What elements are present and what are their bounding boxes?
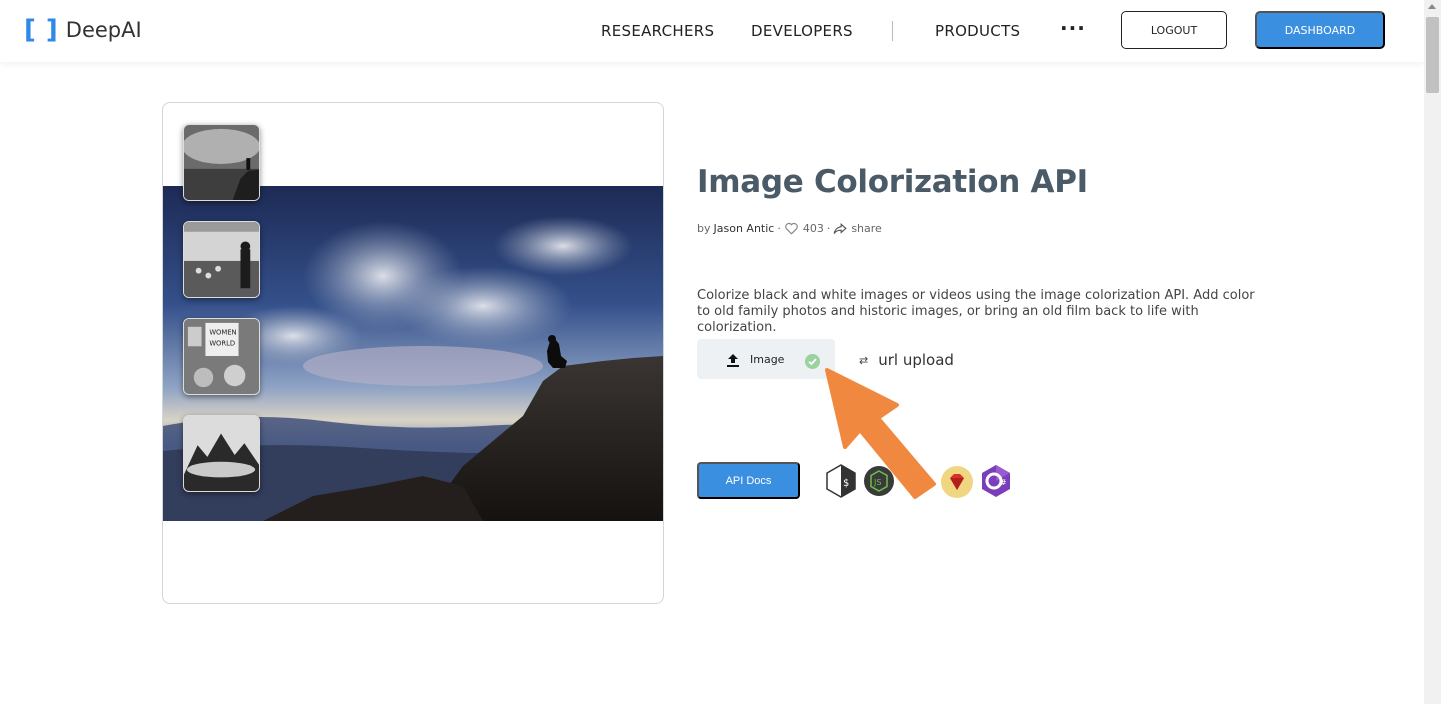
nav-divider bbox=[892, 21, 893, 41]
scroll-up-arrow-icon[interactable] bbox=[1428, 4, 1436, 9]
image-preview-card: WOMEN WORLD bbox=[162, 102, 664, 604]
ruby-icon[interactable] bbox=[940, 465, 974, 499]
sample-thumbnail-crowd[interactable] bbox=[183, 221, 260, 298]
logo-bracket-left: [ bbox=[24, 15, 36, 45]
api-docs-button[interactable]: API Docs bbox=[697, 462, 800, 499]
dashboard-button[interactable]: DASHBOARD bbox=[1255, 11, 1385, 49]
author-link[interactable]: Jason Antic bbox=[714, 222, 775, 235]
meta-separator: · bbox=[777, 222, 781, 235]
svg-text:$: $ bbox=[843, 478, 849, 489]
image-upload-tab[interactable]: Image bbox=[697, 339, 835, 379]
url-upload-label: url upload bbox=[878, 351, 954, 369]
svg-text:WORLD: WORLD bbox=[209, 339, 235, 347]
nodejs-icon[interactable]: JS bbox=[863, 465, 895, 497]
page-title: Image Colorization API bbox=[697, 164, 1088, 200]
check-icon bbox=[805, 354, 820, 369]
meta-line: by Jason Antic · 403 · share bbox=[697, 222, 882, 235]
sample-thumbnail-protest[interactable]: WOMEN WORLD bbox=[183, 318, 260, 395]
upload-icon bbox=[727, 354, 739, 367]
svg-text:WOMEN: WOMEN bbox=[209, 329, 236, 337]
nav-developers[interactable]: DEVELOPERS bbox=[751, 22, 853, 40]
logo-text: DeepAI bbox=[65, 18, 142, 42]
shell-icon[interactable]: $ bbox=[824, 464, 858, 498]
by-label: by bbox=[697, 222, 711, 235]
api-description: Colorize black and white images or video… bbox=[697, 288, 1255, 335]
svg-text:#: # bbox=[1000, 478, 1007, 487]
url-upload-tab[interactable]: ⇄ url upload bbox=[859, 351, 954, 369]
logout-button[interactable]: LOGOUT bbox=[1121, 11, 1227, 49]
csharp-icon[interactable]: # bbox=[979, 464, 1013, 498]
swap-icon: ⇄ bbox=[859, 353, 869, 367]
image-upload-label: Image bbox=[750, 353, 785, 366]
svg-text:JS: JS bbox=[873, 478, 881, 487]
page-scrollbar[interactable] bbox=[1424, 0, 1441, 704]
meta-separator: · bbox=[826, 222, 831, 235]
logo-bracket-right: ] bbox=[45, 15, 58, 45]
nav-more-button[interactable]: ··· bbox=[1060, 16, 1086, 40]
sample-thumbnail-mountain[interactable] bbox=[183, 124, 260, 201]
deepai-logo[interactable]: [ ] DeepAI bbox=[24, 16, 142, 44]
share-link[interactable]: share bbox=[851, 222, 882, 235]
share-icon[interactable] bbox=[833, 222, 848, 235]
scroll-thumb[interactable] bbox=[1426, 17, 1439, 93]
heart-icon[interactable] bbox=[784, 222, 799, 235]
like-count: 403 bbox=[802, 222, 824, 235]
nav-researchers[interactable]: RESEARCHERS bbox=[601, 22, 714, 40]
nav-products[interactable]: PRODUCTS bbox=[935, 22, 1020, 40]
sample-thumbnail-peaks[interactable] bbox=[183, 415, 260, 492]
top-navbar: [ ] DeepAI RESEARCHERS DEVELOPERS PRODUC… bbox=[0, 0, 1424, 62]
